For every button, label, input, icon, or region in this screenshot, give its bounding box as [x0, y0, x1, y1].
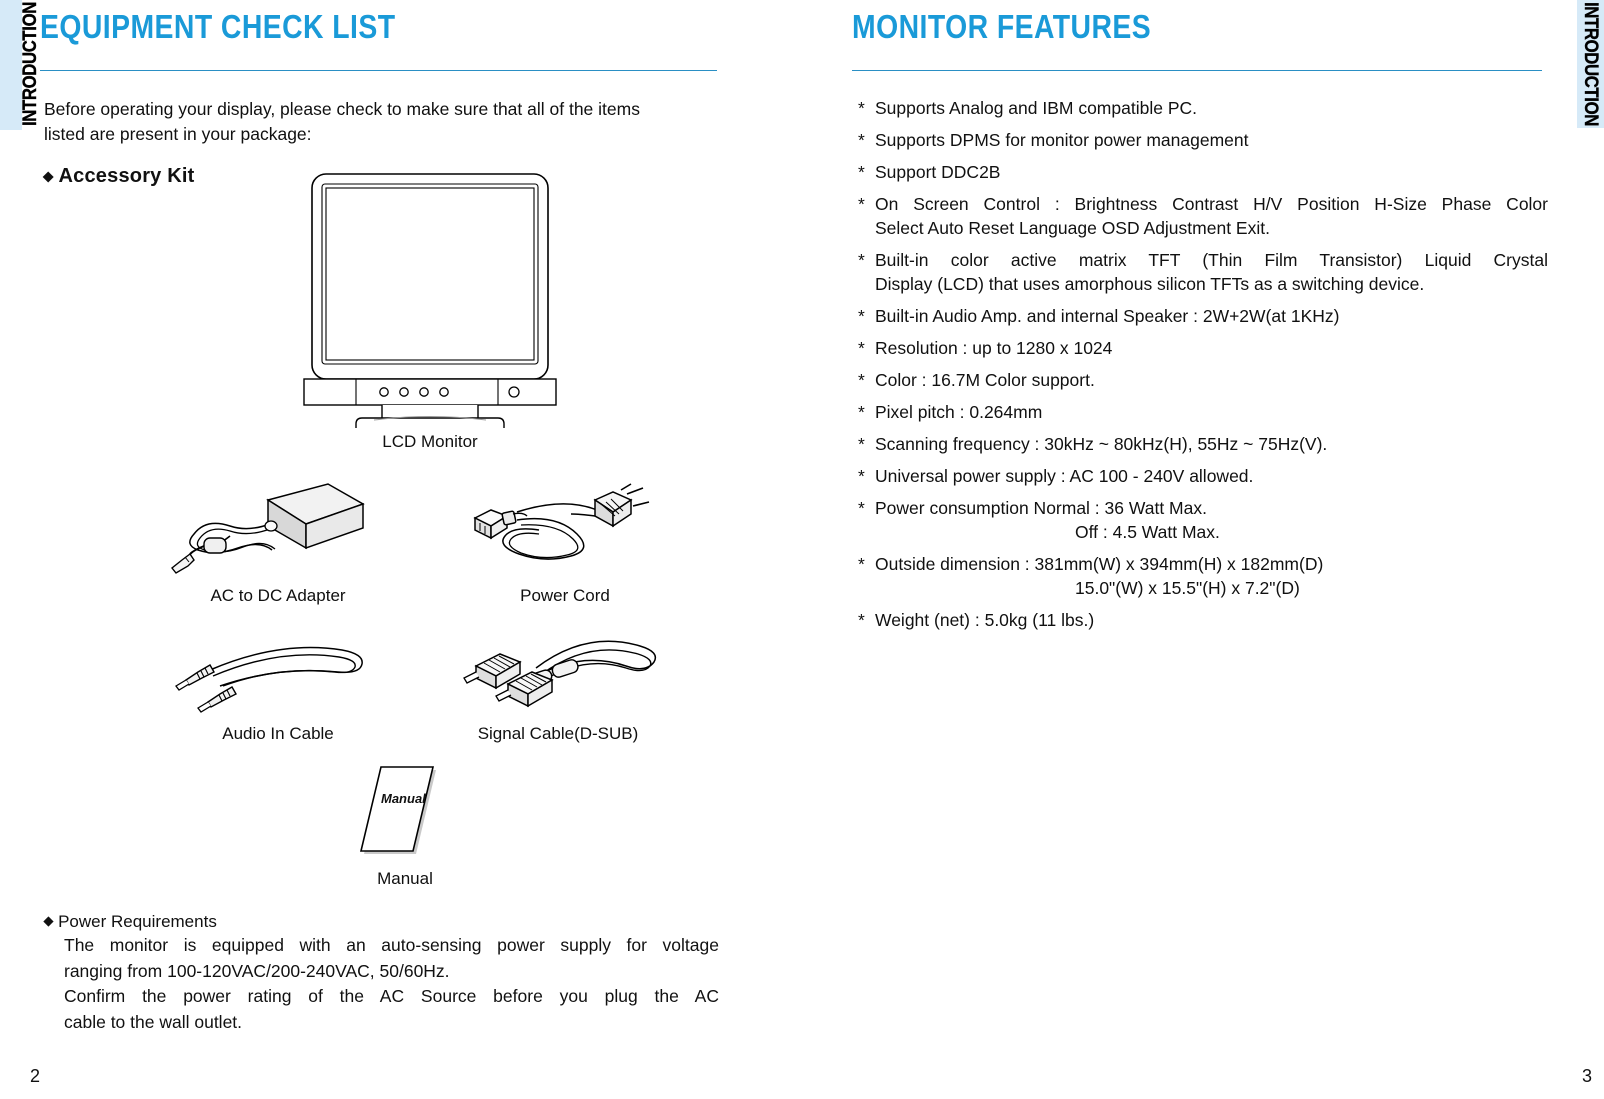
feature-text: Supports DPMS for monitor power manageme…: [875, 130, 1249, 150]
feature-item: * Pixel pitch : 0.264mm: [858, 400, 1548, 424]
signal-cable-illustration: [463, 640, 657, 708]
caption-audio-in-cable: Audio In Cable: [222, 724, 334, 743]
product-audio-in-cable: Audio In Cable: [158, 610, 398, 744]
feature-text: Power consumption Normal : 36 Watt Max.: [875, 498, 1207, 518]
feature-text: Universal power supply : AC 100 - 240V a…: [875, 466, 1254, 486]
power-requirements-title: ◆ Power Requirements: [42, 912, 732, 932]
star-bullet-icon: *: [858, 554, 865, 574]
accessory-kit-heading: ◆ Accessory Kit: [42, 165, 195, 188]
page-title-equipment-check-list: EQUIPMENT CHECK LIST: [40, 8, 396, 45]
heading-divider-left: [40, 70, 717, 71]
monitor-features-list: * Supports Analog and IBM compatible PC.…: [858, 96, 1548, 640]
star-bullet-icon: *: [858, 498, 865, 518]
feature-text: Pixel pitch : 0.264mm: [875, 402, 1043, 422]
page-number-left: 2: [30, 1066, 41, 1086]
accessory-kit-label: Accessory Kit: [58, 165, 195, 187]
feature-text-cont: Display (LCD) that uses amorphous silico…: [875, 274, 1425, 294]
feature-item: * Built-in Audio Amp. and internal Speak…: [858, 304, 1548, 328]
feature-text: Outside dimension : 381mm(W) x 394mm(H) …: [875, 554, 1324, 574]
product-lcd-monitor: LCD Monitor: [270, 168, 590, 452]
side-tab-left: INTRODUCTION: [0, 0, 41, 130]
feature-text: Support DDC2B: [875, 162, 1001, 182]
caption-signal-cable: Signal Cable(D-SUB): [477, 724, 639, 743]
feature-item: * Scanning frequency : 30kHz ~ 80kHz(H),…: [858, 432, 1548, 456]
star-bullet-icon: *: [858, 370, 865, 390]
feature-text-cont: Off : 4.5 Watt Max.: [1075, 522, 1220, 542]
feature-text: On Screen Control : Brightness Contrast …: [875, 194, 1548, 214]
feature-item: * Power consumption Normal : 36 Watt Max…: [858, 496, 1548, 544]
power-requirements-line-2: ranging from 100-120VAC/200-240VAC, 50/6…: [64, 960, 450, 981]
audio-cable-illustration: [175, 646, 363, 713]
page-title-monitor-features: MONITOR FEATURES: [852, 8, 1152, 45]
ac-adapter-illustration: [171, 483, 365, 574]
diamond-bullet-icon-2: ◆: [43, 913, 54, 929]
feature-text: Supports Analog and IBM compatible PC.: [875, 98, 1197, 118]
feature-text: Resolution : up to 1280 x 1024: [875, 338, 1113, 358]
feature-item: * On Screen Control : Brightness Contras…: [858, 192, 1548, 240]
caption-lcd-monitor: LCD Monitor: [382, 432, 478, 451]
heading-divider-right: [852, 70, 1542, 71]
feature-item: * Support DDC2B: [858, 160, 1548, 184]
feature-item: * Resolution : up to 1280 x 1024: [858, 336, 1548, 360]
feature-item: * Built-in color active matrix TFT (Thin…: [858, 248, 1548, 296]
feature-item: * Supports DPMS for monitor power manage…: [858, 128, 1548, 152]
power-requirements-label: Power Requirements: [58, 912, 217, 931]
side-tab-right-label: INTRODUCTION: [1580, 2, 1601, 126]
side-tab-right: INTRODUCTION: [1577, 0, 1604, 128]
star-bullet-icon: *: [858, 250, 865, 270]
feature-text-cont: Select Auto Reset Language OSD Adjustmen…: [875, 218, 1270, 238]
star-bullet-icon: *: [858, 98, 865, 118]
star-bullet-icon: *: [858, 434, 865, 454]
right-page: MONITOR FEATURES * Supports Analog and I…: [852, 0, 1592, 1099]
page-number-right: 3: [1581, 1066, 1592, 1086]
feature-text: Scanning frequency : 30kHz ~ 80kHz(H), 5…: [875, 434, 1328, 454]
caption-ac-adapter: AC to DC Adapter: [210, 586, 346, 605]
star-bullet-icon: *: [858, 130, 865, 150]
feature-item: * Color : 16.7M Color support.: [858, 368, 1548, 392]
caption-power-cord: Power Cord: [520, 586, 610, 605]
feature-item: * Supports Analog and IBM compatible PC.: [858, 96, 1548, 120]
manual-art-label: Manual: [381, 791, 426, 806]
feature-text: Built-in Audio Amp. and internal Speaker…: [875, 306, 1340, 326]
star-bullet-icon: *: [858, 338, 865, 358]
manual-illustration: Manual: [359, 766, 436, 854]
product-signal-cable: Signal Cable(D-SUB): [438, 610, 678, 744]
star-bullet-icon: *: [858, 402, 865, 422]
intro-paragraph: Before operating your display, please ch…: [44, 99, 640, 144]
side-tab-left-label: INTRODUCTION: [20, 2, 41, 127]
power-requirements-line-3: Confirm the power rating of the AC Sourc…: [64, 986, 719, 1006]
feature-text: Built-in color active matrix TFT (Thin F…: [875, 250, 1548, 270]
power-requirements-line-4: cable to the wall outlet.: [64, 1011, 243, 1032]
star-bullet-icon: *: [858, 194, 865, 214]
feature-text-cont: 15.0"(W) x 15.5"(H) x 7.2"(D): [1075, 578, 1300, 598]
feature-item: * Weight (net) : 5.0kg (11 lbs.): [858, 608, 1548, 632]
star-bullet-icon: *: [858, 162, 865, 182]
star-bullet-icon: *: [858, 306, 865, 326]
product-ac-to-dc-adapter: AC to DC Adapter: [158, 472, 398, 606]
product-power-cord: Power Cord: [445, 472, 685, 606]
star-bullet-icon: *: [858, 466, 865, 486]
power-requirements-block: ◆ Power Requirements The monitor is equip…: [42, 912, 732, 1035]
feature-item: * Outside dimension : 381mm(W) x 394mm(H…: [858, 552, 1548, 600]
star-bullet-icon: *: [858, 610, 865, 630]
product-manual: Manual Manual: [305, 755, 505, 889]
power-requirements-line-1: The monitor is equipped with an auto-sen…: [64, 935, 719, 955]
left-page: EQUIPMENT CHECK LIST Before operating yo…: [30, 0, 760, 1099]
feature-text: Weight (net) : 5.0kg (11 lbs.): [875, 610, 1095, 630]
lcd-monitor-illustration: [303, 173, 557, 428]
feature-text: Color : 16.7M Color support.: [875, 370, 1095, 390]
feature-item: * Universal power supply : AC 100 - 240V…: [858, 464, 1548, 488]
diamond-bullet-icon: ◆: [42, 169, 54, 184]
caption-manual: Manual: [377, 869, 433, 888]
power-cord-illustration: [473, 483, 650, 560]
